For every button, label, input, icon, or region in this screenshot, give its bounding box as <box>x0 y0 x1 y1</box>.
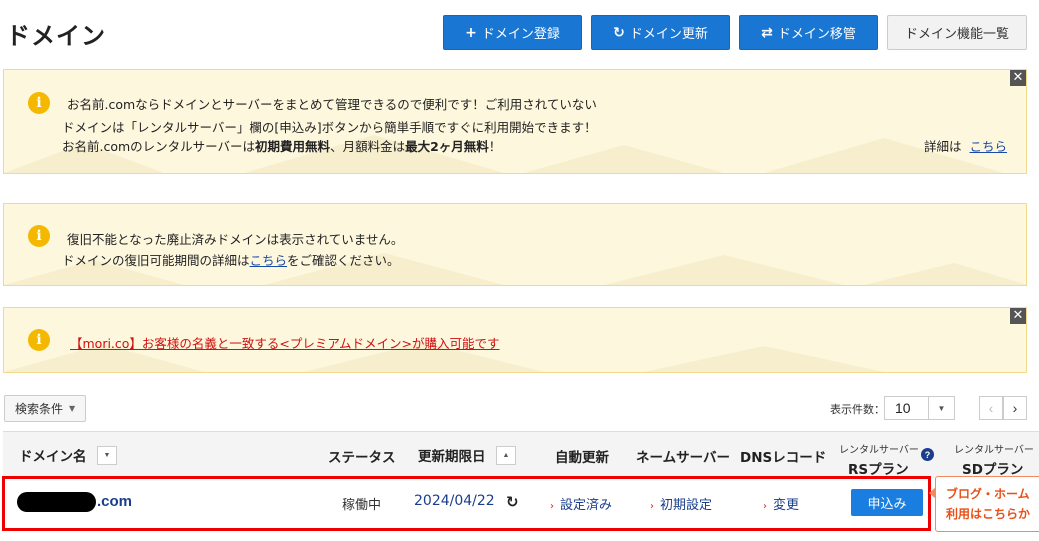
info-icon: i <box>28 225 50 247</box>
dns-record-link[interactable]: › 変更 <box>763 494 799 513</box>
promo-tip-line-1: ブログ・ホーム <box>946 487 1030 501</box>
header-rs-small: レンタルサーバー <box>839 445 919 456</box>
help-icon[interactable]: ? <box>921 448 934 461</box>
caret-down-icon: ▼ <box>928 397 954 419</box>
refresh-icon: ↻ <box>613 24 625 41</box>
recovery-period-link[interactable]: こちら <box>250 253 288 268</box>
search-conditions-label: 検索条件 <box>15 402 64 416</box>
chevron-right-icon: › <box>763 501 767 512</box>
promo-tip-line-2: 利用はこちらか <box>946 507 1031 521</box>
header-nameserver: ネームサーバー <box>636 450 730 466</box>
tooltip-arrow <box>929 487 936 499</box>
abolished-line-2: ドメインの復旧可能期間の詳細はこちらをご確認ください。 <box>62 253 400 268</box>
premium-domain-notice: i 【mori.co】お客様の名義と一致する<プレミアムドメイン>が購入可能です… <box>3 307 1027 373</box>
header-rs-plan: RSプラン <box>848 462 909 478</box>
domain-name-link[interactable]: .com <box>97 493 132 510</box>
premium-domain-link[interactable]: 【mori.co】お客様の名義と一致する<プレミアムドメイン>が購入可能です <box>70 333 500 352</box>
header-dns-record: DNSレコード <box>740 450 827 466</box>
domain-transfer-button[interactable]: ⇄ ドメイン移管 <box>739 15 878 50</box>
details-link[interactable]: こちら <box>970 139 1008 154</box>
per-page-label: 表示件数： <box>830 403 885 416</box>
table-header: ドメイン名 ▼ ステータス 更新期限日 ▲ 自動更新 ネームサーバー DNSレコ… <box>3 431 1039 478</box>
per-page-value: 10 <box>895 400 911 416</box>
domain-register-button[interactable]: + ドメイン登録 <box>443 15 582 50</box>
sd-promo-tooltip[interactable]: ブログ・ホーム 利用はこちらか <box>929 476 1039 532</box>
info-icon: i <box>28 329 50 351</box>
server-promo-details: 詳細は こちら <box>924 136 1007 155</box>
transfer-arrows-icon: ⇄ <box>761 24 773 41</box>
page-title: ドメイン <box>6 23 106 50</box>
search-conditions-button[interactable]: 検索条件 ▼ <box>4 395 87 422</box>
status-cell: 稼働中 <box>342 498 382 513</box>
header-sd-plan: SDプラン <box>962 462 1024 478</box>
domain-register-label: ドメイン登録 <box>481 27 560 42</box>
caret-down-icon: ▼ <box>69 404 76 413</box>
abolished-line-1: 復旧不能となった廃止済みドメインは表示されていません。 <box>67 232 404 247</box>
per-page-select[interactable]: 10 ▼ <box>884 396 955 420</box>
auto-renew-link[interactable]: › 設定済み <box>550 494 612 513</box>
domain-features-button[interactable]: ドメイン機能一覧 <box>887 15 1027 50</box>
server-promo-line-1: お名前.comならドメインとサーバーをまとめて管理できるので便利です！ご利用され… <box>67 97 597 112</box>
server-promo-line-3: お名前.comのレンタルサーバーは初期費用無料、月額料金は最大2ヶ月無料！ <box>62 139 502 154</box>
server-promo-notice: i お名前.comならドメインとサーバーをまとめて管理できるので便利です！ご利用… <box>3 69 1027 174</box>
domain-features-label: ドメイン機能一覧 <box>904 27 1009 42</box>
expiry-date-cell: 2024/04/22 <box>414 493 495 509</box>
header-auto-renew: 自動更新 <box>555 450 609 466</box>
details-label: 詳細は <box>924 139 962 154</box>
close-icon[interactable]: ✕ <box>1010 70 1026 86</box>
info-icon: i <box>28 92 50 114</box>
bottom-highlight-line <box>305 528 685 530</box>
next-page-button[interactable]: › <box>1003 396 1027 420</box>
plus-icon: + <box>465 24 477 41</box>
prev-page-button[interactable]: ‹ <box>979 396 1003 420</box>
domain-renew-label: ドメイン更新 <box>629 27 708 42</box>
caret-up-icon: ▲ <box>502 452 510 459</box>
redacted-domain-name <box>17 492 96 512</box>
caret-down-icon: ▼ <box>103 452 111 459</box>
domain-transfer-label: ドメイン移管 <box>777 27 856 42</box>
header-sd-small: レンタルサーバー <box>954 445 1034 456</box>
nameserver-link[interactable]: › 初期設定 <box>650 494 712 513</box>
expiry-sort-button[interactable]: ▲ <box>496 446 516 465</box>
chevron-right-icon: › <box>650 501 654 512</box>
close-icon[interactable]: ✕ <box>1010 308 1026 324</box>
refresh-icon[interactable]: ↻ <box>506 493 519 511</box>
chevron-right-icon: › <box>550 501 554 512</box>
abolished-domain-notice: i 復旧不能となった廃止済みドメインは表示されていません。 ドメインの復旧可能期… <box>3 203 1027 286</box>
domain-sort-button[interactable]: ▼ <box>97 446 117 465</box>
header-expiry-date: 更新期限日 <box>418 449 486 465</box>
domain-renew-button[interactable]: ↻ ドメイン更新 <box>591 15 730 50</box>
server-promo-line-2: ドメインは「レンタルサーバー」欄の[申込み]ボタンから簡単手順ですぐに利用開始で… <box>62 120 597 135</box>
header-status: ステータス <box>328 450 396 466</box>
header-domain-name: ドメイン名 <box>19 449 87 465</box>
rs-apply-button[interactable]: 申込み <box>851 489 923 516</box>
